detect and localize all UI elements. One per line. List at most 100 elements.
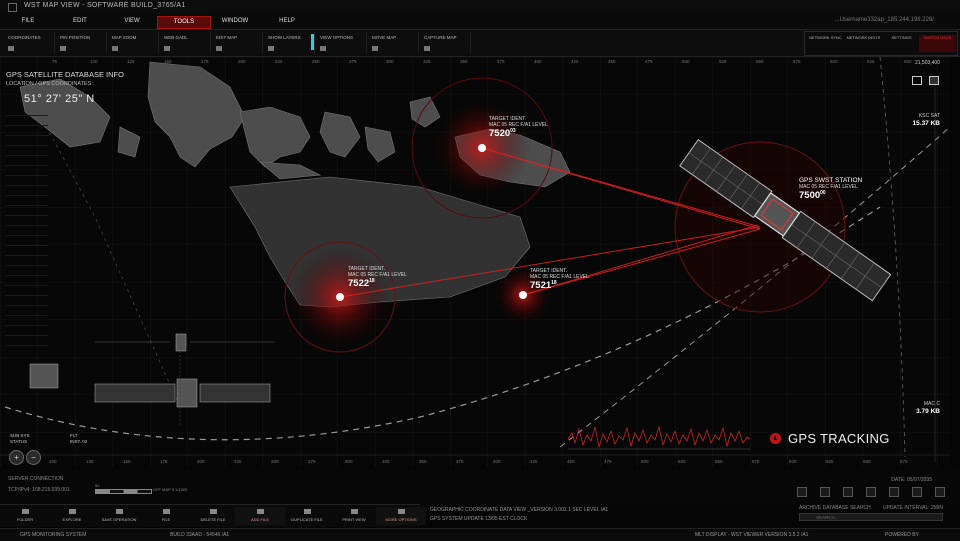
user-ip-label: ...Username332ap_185.244.198.228/: [834, 17, 934, 23]
view-icon-2[interactable]: [929, 76, 939, 85]
tool-capture-map[interactable]: CAPTURE MAP: [420, 32, 471, 54]
footer-build: BUILD 33AAD - 54546 /A1: [170, 532, 230, 538]
tool-label: WEB GADL: [164, 35, 188, 40]
tick-label: 375: [497, 59, 505, 64]
tick-label: 625: [867, 59, 875, 64]
task-delete-file[interactable]: DELETE FILE: [188, 507, 238, 525]
message-line-1: GEOGRAPHIC COORDINATE DATA VIEW _VERSION…: [430, 507, 609, 513]
coordinates-icon: [8, 46, 14, 51]
gps-tracking-label: GPS TRACKING: [788, 431, 890, 446]
task-save-operation[interactable]: SAVE OPERATION: [94, 507, 144, 525]
database-info-title: GPS SATELLITE DATABASE INFO: [6, 70, 124, 79]
tool-show-layers[interactable]: SHOW LAYERS: [264, 32, 315, 54]
tick-label: 600: [830, 59, 838, 64]
tick-label: 450: [567, 459, 575, 464]
task-label: FILE: [161, 517, 171, 522]
scale-right-label: OFF MAP 5 1/1000: [153, 487, 188, 492]
task-add-file[interactable]: ADD FILE: [235, 507, 285, 525]
explore-icon: [68, 509, 76, 514]
station-id-suffix: 00: [820, 190, 826, 196]
task-file[interactable]: FILE: [141, 507, 191, 525]
scale-left-label: 50: [95, 483, 100, 488]
map-view[interactable]: [0, 57, 950, 467]
tick-label: 325: [423, 59, 431, 64]
menu-file[interactable]: FILE: [2, 16, 54, 27]
target-id-number: 7520: [489, 128, 511, 140]
menu-bar: FILE EDIT VIEW TOOLS WINDOW HELP ...User…: [0, 14, 960, 30]
gps-tracking-icon: [770, 433, 781, 444]
task-folder[interactable]: FOLDER: [0, 507, 50, 525]
layout-icon[interactable]: [912, 487, 922, 497]
tick-label: 350: [460, 59, 468, 64]
app-icon: [8, 3, 17, 12]
tool-web-gadl[interactable]: WEB GADL: [160, 32, 211, 54]
tool-label: MOVE MAP: [372, 35, 397, 40]
task-print-view[interactable]: PRINT VIEW: [329, 507, 379, 525]
collapse-icon[interactable]: [820, 487, 830, 497]
tick-label: 300: [386, 59, 394, 64]
zoom-out-button[interactable]: −: [26, 450, 41, 465]
tick-label: 150: [164, 59, 172, 64]
ksc-label: KSC SAT: [918, 113, 940, 119]
settings-button[interactable]: SETTINGS: [883, 35, 920, 52]
menu-view[interactable]: VIEW: [106, 16, 158, 27]
tool-label: VIEW OPTIONS: [320, 35, 354, 40]
fullscreen-icon[interactable]: [889, 487, 899, 497]
tool-map-zoom[interactable]: MAP ZOOM: [108, 32, 159, 54]
tick-label: 325: [382, 459, 390, 464]
tick-label: 650: [904, 59, 912, 64]
network-sync-button[interactable]: NETWORK SYNC: [807, 35, 844, 52]
menu-edit[interactable]: EDIT: [54, 16, 106, 27]
right-toolbar-panel: NETWORK SYNC NETWORK INSYS SETTINGS SWIT…: [804, 31, 958, 56]
folder-icon: [21, 509, 29, 514]
tool-edit-map[interactable]: EDIT MAP: [212, 32, 263, 54]
tick-label: 375: [456, 459, 464, 464]
tick-label: 400: [534, 59, 542, 64]
tool-coordinates[interactable]: COORDINATES: [4, 32, 55, 54]
tool-view-options[interactable]: VIEW OPTIONS: [316, 32, 367, 54]
tool-label: CAPTURE MAP: [424, 35, 457, 40]
tick-label: 475: [604, 459, 612, 464]
close-view-icon[interactable]: [935, 487, 945, 497]
tick-label: 525: [678, 459, 686, 464]
network-insys-button[interactable]: NETWORK INSYS: [845, 35, 882, 52]
menu-help[interactable]: HELP: [261, 16, 313, 27]
search-input[interactable]: SEARCH...: [799, 513, 943, 521]
tick-label: 450: [608, 59, 616, 64]
switch-user-button[interactable]: SWITCH USER: [919, 35, 956, 52]
task-label: EXPLORE: [62, 517, 82, 522]
mac-c-stat: MAC C 3.79 KB: [916, 401, 940, 416]
expand-icon[interactable]: [797, 487, 807, 497]
menu-tools[interactable]: TOOLS: [157, 16, 211, 29]
fit-icon[interactable]: [843, 487, 853, 497]
task-more-options[interactable]: MORE OPTIONS: [376, 507, 426, 525]
target-label-7520[interactable]: TARGET IDENT. MAC 05 REC F/A1 LEVEL 7520…: [489, 116, 548, 140]
target-label-7522[interactable]: TARGET IDENT. MAC 05 REC F/A1 LEVEL 7522…: [348, 266, 407, 288]
grid-icon[interactable]: [866, 487, 876, 497]
station-label-7500[interactable]: GPS SWST STATION MAC 05 REC F/A1 LEVEL 7…: [799, 177, 862, 200]
task-explore[interactable]: EXPLORE: [47, 507, 97, 525]
zoom-in-button[interactable]: +: [9, 450, 24, 465]
archive-search: ARCHIVE DATABASE SEARCH UPDATE INTERVAL:…: [799, 505, 949, 521]
tool-label: SHOW LAYERS: [268, 35, 301, 40]
view-icon-1[interactable]: [912, 76, 922, 85]
menu-window[interactable]: WINDOW: [209, 16, 261, 27]
pin-icon: [60, 46, 66, 51]
tick-label: 500: [641, 459, 649, 464]
tick-label: 175: [201, 59, 209, 64]
tick-label: 125: [127, 59, 135, 64]
tick-label: 200: [238, 59, 246, 64]
tick-label: 225: [275, 59, 283, 64]
server-connection-label: SERVER CONNECTION: [8, 476, 64, 482]
tick-label: 125: [86, 459, 94, 464]
tick-label: 425: [530, 459, 538, 464]
subsys-line2: STATUS: [10, 439, 28, 444]
tool-pin-position[interactable]: PIN POSITION: [56, 32, 107, 54]
search-label: ARCHIVE DATABASE SEARCH: [799, 505, 871, 511]
add-file-icon: [256, 509, 264, 514]
tool-move-map[interactable]: MOVE MAP: [368, 32, 419, 54]
task-duplicate-file[interactable]: DUPLICATE FILE: [282, 507, 332, 525]
left-data-list: [6, 110, 48, 350]
target-label-7521[interactable]: TARGET IDENT. MAC 05 REC F/A1 LEVEL 7521…: [530, 268, 589, 290]
date-label: DATE: 05/07/2035: [891, 477, 932, 483]
